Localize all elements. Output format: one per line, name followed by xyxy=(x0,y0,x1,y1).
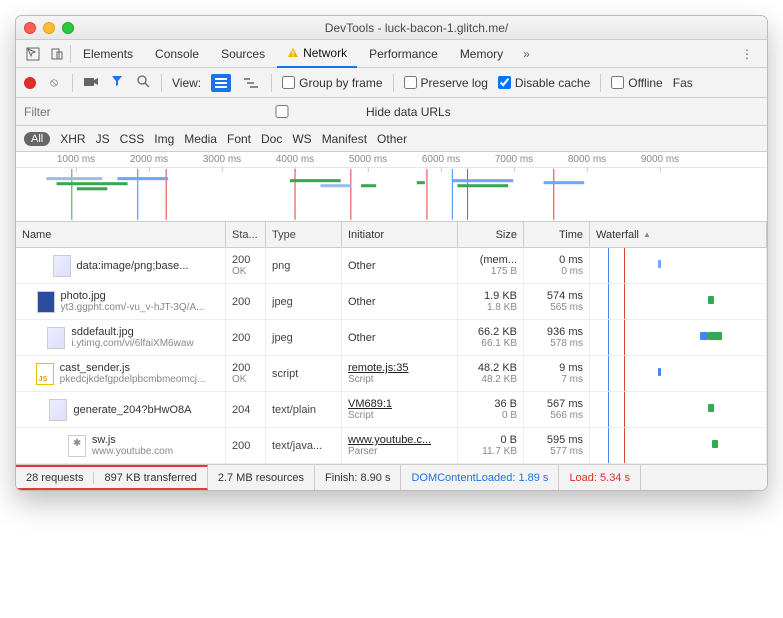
requests-count: 28 requests 897 KB transferred xyxy=(15,465,208,490)
camera-icon[interactable] xyxy=(83,76,99,90)
timeline-overview[interactable]: 1000 ms 2000 ms 3000 ms 4000 ms 5000 ms 6000 … xyxy=(16,152,767,222)
device-icon[interactable] xyxy=(46,44,68,64)
tab-elements[interactable]: Elements xyxy=(73,40,143,68)
tab-memory[interactable]: Memory xyxy=(450,40,513,68)
hide-data-urls-checkbox[interactable]: Hide data URLs xyxy=(202,105,451,119)
minimize-icon[interactable] xyxy=(43,22,55,34)
sort-asc-icon: ▲ xyxy=(643,230,651,239)
status-bar: 28 requests 897 KB transferred 2.7 MB re… xyxy=(16,464,767,490)
tick: 8000 ms xyxy=(568,154,606,165)
col-waterfall[interactable]: Waterfall▲ xyxy=(590,222,767,247)
col-initiator[interactable]: Initiator xyxy=(342,222,458,247)
resources-size: 2.7 MB resources xyxy=(208,465,315,490)
kebab-menu-icon[interactable]: ⋮ xyxy=(733,47,761,61)
tick: 5000 ms xyxy=(349,154,387,165)
col-status[interactable]: Sta... xyxy=(226,222,266,247)
tab-network[interactable]: Network xyxy=(277,40,357,68)
file-icon xyxy=(37,291,55,313)
record-button[interactable] xyxy=(24,77,36,89)
type-filter-row: All XHR JS CSS Img Media Font Doc WS Man… xyxy=(16,126,767,152)
tick: 1000 ms xyxy=(57,154,95,165)
type-ws[interactable]: WS xyxy=(292,132,311,146)
preserve-log-checkbox[interactable]: Preserve log xyxy=(404,76,488,90)
titlebar: DevTools - luck-bacon-1.glitch.me/ xyxy=(16,16,767,40)
col-name[interactable]: Name xyxy=(16,222,226,247)
tab-console[interactable]: Console xyxy=(145,40,209,68)
table-row[interactable]: sddefault.jpgi.ytimg.com/vi/6lfaiXM6waw2… xyxy=(16,320,767,356)
close-icon[interactable] xyxy=(24,22,36,34)
view-waterfall-button[interactable] xyxy=(241,74,261,92)
request-table: data:image/png;base...200OKpngOther(mem.… xyxy=(16,248,767,464)
tick: 6000 ms xyxy=(422,154,460,165)
tab-sources[interactable]: Sources xyxy=(211,40,275,68)
filter-input[interactable] xyxy=(24,105,184,119)
type-xhr[interactable]: XHR xyxy=(60,132,85,146)
group-by-frame-checkbox[interactable]: Group by frame xyxy=(282,76,382,90)
tick: 7000 ms xyxy=(495,154,533,165)
disable-cache-checkbox[interactable]: Disable cache xyxy=(498,76,590,90)
more-tabs[interactable]: » xyxy=(515,47,538,61)
traffic-lights xyxy=(24,22,74,34)
table-row[interactable]: generate_204?bHwO8A204text/plainVM689:1S… xyxy=(16,392,767,428)
separator xyxy=(70,45,71,63)
type-all[interactable]: All xyxy=(24,132,50,146)
tick: 9000 ms xyxy=(641,154,679,165)
clear-icon[interactable]: ⦸ xyxy=(46,75,62,90)
tab-performance[interactable]: Performance xyxy=(359,40,448,68)
type-manifest[interactable]: Manifest xyxy=(322,132,367,146)
type-media[interactable]: Media xyxy=(184,132,217,146)
table-row[interactable]: photo.jpgyt3.ggpht.com/-vu_v-hJT-3Q/A...… xyxy=(16,284,767,320)
file-icon xyxy=(36,363,54,385)
throttle-label[interactable]: Fas xyxy=(673,76,693,90)
type-css[interactable]: CSS xyxy=(120,132,145,146)
inspect-icon[interactable] xyxy=(22,44,44,64)
tick: 4000 ms xyxy=(276,154,314,165)
file-icon xyxy=(53,255,71,277)
filter-row: Hide data URLs xyxy=(16,98,767,126)
load-time: Load: 5.34 s xyxy=(559,465,641,490)
offline-checkbox[interactable]: Offline xyxy=(611,76,662,90)
file-icon xyxy=(68,435,86,457)
zoom-icon[interactable] xyxy=(62,22,74,34)
finish-time: Finish: 8.90 s xyxy=(315,465,401,490)
warning-icon xyxy=(287,47,299,59)
file-icon xyxy=(49,399,67,421)
table-row[interactable]: cast_sender.jspkedcjkdefgpdelpbcmbmeomcj… xyxy=(16,356,767,392)
devtools-window: DevTools - luck-bacon-1.glitch.me/ Eleme… xyxy=(15,15,768,491)
view-list-button[interactable] xyxy=(211,74,231,92)
col-type[interactable]: Type xyxy=(266,222,342,247)
tick: 2000 ms xyxy=(130,154,168,165)
filter-icon[interactable] xyxy=(109,75,125,90)
network-toolbar: ⦸ View: Group by frame Preserve log Disa… xyxy=(16,68,767,98)
file-icon xyxy=(47,327,65,349)
view-label: View: xyxy=(172,76,201,90)
table-row[interactable]: data:image/png;base...200OKpngOther(mem.… xyxy=(16,248,767,284)
dcl-time: DOMContentLoaded: 1.89 s xyxy=(401,465,559,490)
tick: 3000 ms xyxy=(203,154,241,165)
type-other[interactable]: Other xyxy=(377,132,407,146)
col-time[interactable]: Time xyxy=(524,222,590,247)
window-title: DevTools - luck-bacon-1.glitch.me/ xyxy=(74,21,759,35)
table-row[interactable]: sw.jswww.youtube.com200text/java...www.y… xyxy=(16,428,767,464)
table-header: Name Sta... Type Initiator Size Time Wat… xyxy=(16,222,767,248)
type-js[interactable]: JS xyxy=(96,132,110,146)
type-font[interactable]: Font xyxy=(227,132,251,146)
search-icon[interactable] xyxy=(135,75,151,91)
type-img[interactable]: Img xyxy=(154,132,174,146)
type-doc[interactable]: Doc xyxy=(261,132,282,146)
col-size[interactable]: Size xyxy=(458,222,524,247)
panel-tabs: Elements Console Sources Network Perform… xyxy=(16,40,767,68)
